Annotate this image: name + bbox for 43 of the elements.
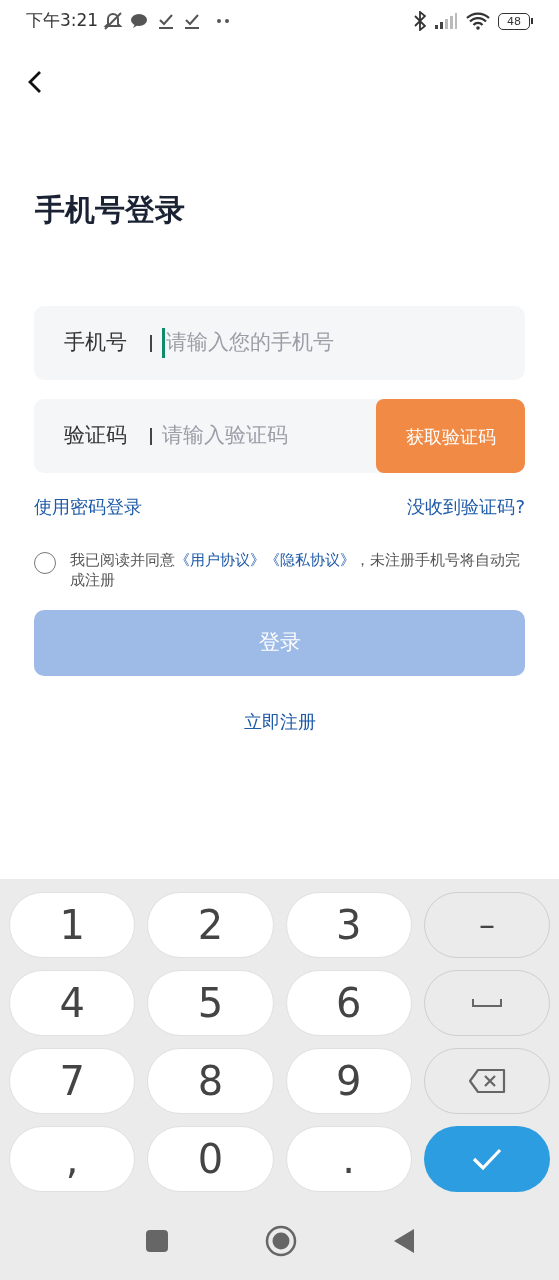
keyboard-key[interactable]: 0 (147, 1126, 274, 1192)
battery-level: 48 (507, 15, 521, 27)
wifi-icon (466, 12, 490, 30)
agreement-text: 我已阅读并同意《用户协议》《隐私协议》，未注册手机号将自动完成注册 (70, 550, 520, 590)
keyboard-key[interactable]: 6 (285, 970, 412, 1036)
more-dots-icon (216, 18, 231, 24)
password-login-link[interactable]: 使用密码登录 (34, 493, 142, 520)
keyboard-key[interactable]: – (423, 892, 550, 958)
check-icon (471, 1147, 502, 1171)
keyboard-key[interactable]: 3 (285, 892, 412, 958)
back-nav-icon[interactable] (392, 1228, 415, 1254)
home-icon[interactable] (264, 1225, 297, 1257)
bluetooth-icon (414, 11, 426, 31)
keyboard-key[interactable]: 9 (285, 1048, 412, 1114)
text-input[interactable]: 请输入验证码 (161, 420, 376, 452)
field-label: 手机号 (63, 329, 128, 357)
check-icon (158, 13, 175, 29)
signal-icon (434, 12, 458, 30)
agreement-checkbox[interactable] (34, 552, 56, 574)
agreement-link[interactable]: 《用户协议》 (175, 551, 265, 569)
keyboard-key[interactable]: 7 (9, 1048, 136, 1114)
keyboard-key[interactable]: , (9, 1126, 136, 1192)
chat-bubble-icon (130, 13, 149, 29)
agreement-link[interactable]: 《隐私协议》 (265, 551, 355, 569)
keyboard-key[interactable]: 1 (9, 892, 136, 958)
backspace-icon (467, 1068, 506, 1094)
keyboard-key[interactable]: 5 (147, 970, 274, 1036)
no-code-link[interactable]: 没收到验证码? (407, 493, 525, 520)
status-time: 下午3:21 (26, 9, 99, 33)
check-icon (184, 13, 201, 29)
muted-bell-icon (102, 11, 125, 31)
page-title: 手机号登录 (35, 191, 186, 229)
register-link[interactable]: 立即注册 (243, 708, 316, 735)
space-bar-icon (471, 998, 502, 1008)
keyboard-key[interactable]: 4 (9, 970, 136, 1036)
keyboard-key[interactable]: 8 (147, 1048, 274, 1114)
keyboard-key[interactable]: 2 (147, 892, 274, 958)
code-input-field[interactable]: 验证码 请输入验证码 获取验证码 (34, 399, 525, 473)
keyboard-key[interactable]: . (285, 1126, 412, 1192)
recent-apps-icon[interactable] (144, 1229, 169, 1253)
text-input[interactable]: 请输入您的手机号 (165, 327, 525, 359)
field-label: 验证码 (63, 422, 128, 450)
phone-input-field[interactable]: 手机号 请输入您的手机号 (34, 306, 525, 380)
